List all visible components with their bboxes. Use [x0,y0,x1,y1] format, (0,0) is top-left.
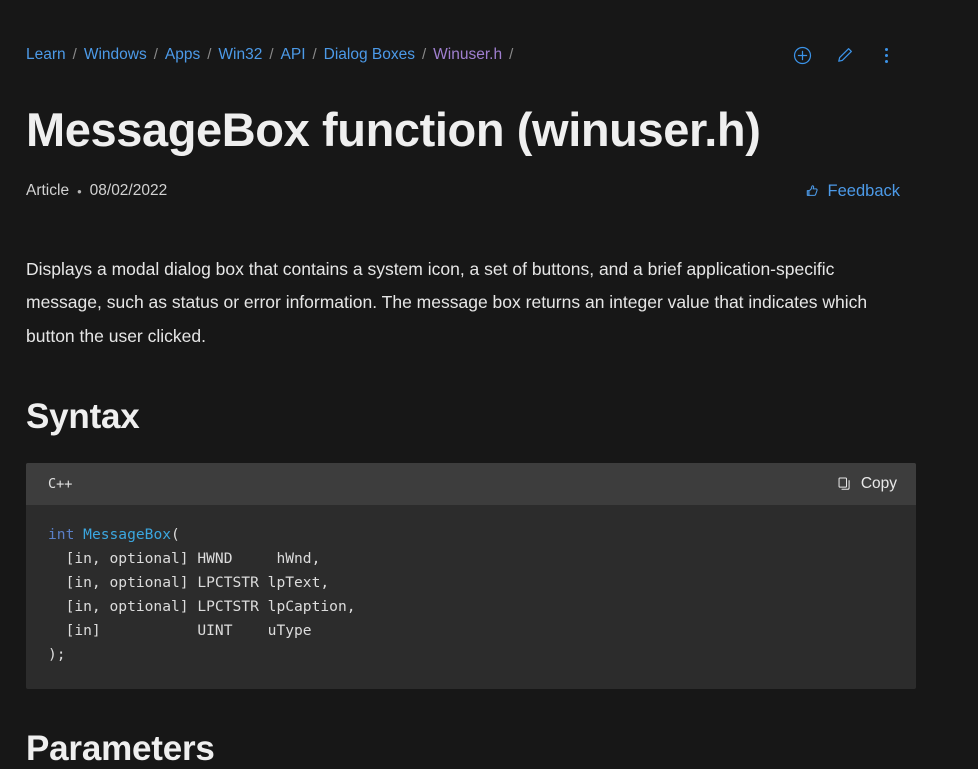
published-date: 08/02/2022 [89,182,168,200]
copy-icon [837,476,853,492]
code-token-plain: [in] UINT uType [48,622,312,640]
code-token-plain: [in, optional] LPCTSTR lpText, [48,574,330,592]
breadcrumb-separator: / [153,46,158,64]
breadcrumb-separator: / [269,46,274,64]
code-line: [in, optional] LPCTSTR lpCaption, [48,598,356,615]
feedback-button[interactable]: Feedback [804,182,900,201]
breadcrumb-separator: / [207,46,212,64]
code-token-plain: [in, optional] HWND hWnd, [48,550,321,568]
code-line: [in, optional] HWND hWnd, [48,550,321,568]
code-token-keyword: int [48,526,75,544]
code-token-punctuation: ( [171,526,180,544]
heading-syntax: Syntax [26,397,140,437]
meta-separator: • [77,183,82,199]
breadcrumb-item-winuser-h[interactable]: Winuser.h [433,47,502,63]
article-meta: Article • 08/02/2022 [26,182,167,200]
breadcrumb: Learn / Windows / Apps / Win32 / API / Dialog Boxe… [26,47,520,63]
copy-button[interactable]: Copy [837,475,897,493]
copy-label: Copy [860,475,897,493]
page-header: Learn / Windows / Apps / Win32 / API / Dialog Boxe… [26,0,952,82]
code-block: C++ Copy int MessageBox( [in, optional] … [26,463,916,689]
more-options-icon[interactable] [876,45,896,65]
breadcrumb-separator: / [312,46,317,64]
code-token-plain: ); [48,645,66,663]
edit-pencil-icon[interactable] [834,45,854,65]
documentation-page: Learn / Windows / Apps / Win32 / API / Dialog Boxe… [0,0,978,768]
code-line: [in] UINT uType [48,622,312,639]
page-title: MessageBox function (winuser.h) [26,103,761,156]
more-options-dots [884,47,888,63]
article-intro: Displays a modal dialog box that contain… [26,258,868,346]
code-token-plain: [in, optional] LPCTSTR lpCaption, [48,598,356,616]
heading-parameters: Parameters [26,728,215,768]
code-line: int MessageBox( [48,526,180,543]
code-line: [in, optional] LPCTSTR lpText, [48,574,330,592]
breadcrumb-item-apps[interactable]: Apps [165,47,200,63]
breadcrumb-item-win32[interactable]: Win32 [218,47,262,63]
breadcrumb-item-windows[interactable]: Windows [84,47,147,63]
thumbs-up-icon [804,183,821,200]
code-block-header: C++ Copy [26,463,916,506]
add-icon[interactable] [792,45,812,65]
code-token-function: MessageBox [83,526,172,544]
code-content[interactable]: int MessageBox( [in, optional] HWND hWnd… [26,505,916,688]
feedback-label: Feedback [827,181,900,200]
article-meta-row: Article • 08/02/2022 Feedback [26,182,952,201]
breadcrumb-separator: / [422,46,427,64]
breadcrumb-item-dialog-boxes[interactable]: Dialog Boxes [324,47,415,63]
breadcrumb-separator: / [72,46,77,64]
code-language-label: C++ [48,476,73,493]
breadcrumb-item-learn[interactable]: Learn [26,47,66,63]
header-actions [792,45,952,65]
breadcrumb-item-api[interactable]: API [281,47,306,63]
content-type-label: Article [26,182,70,200]
code-line: ); [48,646,66,663]
breadcrumb-separator: / [509,46,514,64]
